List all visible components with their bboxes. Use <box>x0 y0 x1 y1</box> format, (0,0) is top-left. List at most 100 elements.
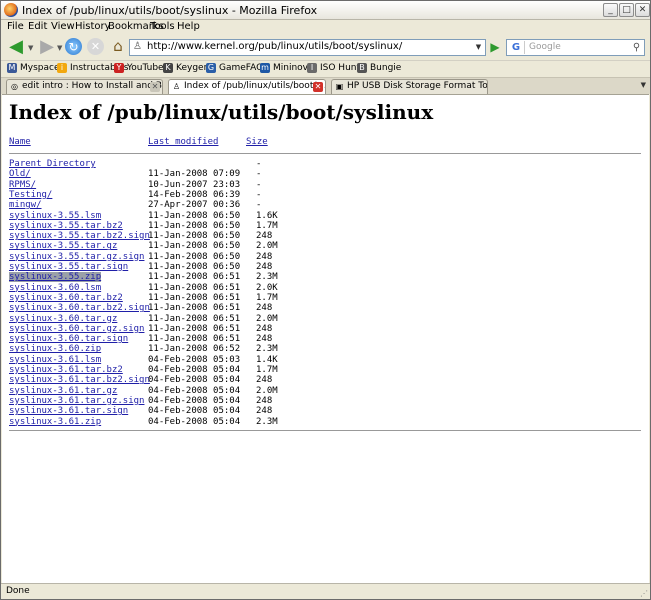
url-dropdown-icon[interactable]: ▼ <box>473 41 484 54</box>
menu-history[interactable]: History <box>75 21 111 32</box>
file-link[interactable]: syslinux-3.61.lsm <box>9 355 101 365</box>
last-modified-cell: 11-Jan-2008 06:51 <box>148 292 241 303</box>
menu-edit[interactable]: Edit <box>28 21 47 32</box>
go-button[interactable]: ▶ <box>488 39 502 55</box>
file-link[interactable]: syslinux-3.55.lsm <box>9 211 101 221</box>
forward-history-dropdown-icon[interactable]: ▼ <box>57 44 62 52</box>
mininova-icon: m <box>260 63 270 73</box>
size-cell: 1.7M <box>256 220 278 231</box>
search-box[interactable]: G Google ⚲ <box>506 39 645 56</box>
menu-tools[interactable]: Tools <box>150 21 175 32</box>
file-link[interactable]: syslinux-3.55.tar.sign <box>9 262 128 272</box>
column-header-name[interactable]: Name <box>9 137 31 147</box>
file-link[interactable]: syslinux-3.61.tar.gz.sign <box>9 396 144 406</box>
file-link[interactable]: syslinux-3.55.zip <box>9 272 102 283</box>
sort-by-name-link[interactable]: Name <box>9 137 31 147</box>
file-link[interactable]: Testing/ <box>9 190 52 200</box>
google-icon[interactable]: G <box>508 41 525 54</box>
close-tab-icon[interactable]: ✕ <box>150 82 160 92</box>
bookmark-label: Bungie <box>370 63 402 73</box>
file-name-cell: syslinux-3.60.tar.gz.sign <box>9 324 144 334</box>
bookmark-youtube[interactable]: Y YouTube <box>114 63 164 73</box>
file-link[interactable]: syslinux-3.61.tar.sign <box>9 406 128 416</box>
close-window-button[interactable]: ✕ <box>635 3 650 17</box>
tab-2[interactable]: ♙ Index of /pub/linux/utils/boot/s... ✕ <box>168 79 326 94</box>
file-name-cell: RPMS/ <box>9 180 36 190</box>
close-tab-icon[interactable]: ✕ <box>313 82 323 92</box>
stop-button[interactable]: ✕ <box>87 38 104 55</box>
title-bar[interactable]: Index of /pub/linux/utils/boot/syslinux … <box>1 1 650 20</box>
menu-file[interactable]: File <box>7 21 24 32</box>
column-header-size[interactable]: Size <box>246 137 268 147</box>
size-cell: - <box>256 179 262 190</box>
sort-by-size-link[interactable]: Size <box>246 137 268 147</box>
url-text[interactable]: http://www.kernel.org/pub/linux/utils/bo… <box>147 41 402 52</box>
bookmark-label: ISO Hunt <box>320 63 361 73</box>
tab-1[interactable]: ◎ edit intro : How to Install and Boot DS… <box>6 79 163 94</box>
size-cell: 248 <box>256 323 273 334</box>
bookmark-iso-hunt[interactable]: I ISO Hunt <box>307 63 360 73</box>
file-link[interactable]: syslinux-3.61.zip <box>9 417 101 427</box>
file-link[interactable]: syslinux-3.61.tar.bz2.sign <box>9 375 150 385</box>
file-link[interactable]: syslinux-3.55.tar.bz2 <box>9 221 123 231</box>
menu-help[interactable]: Help <box>177 21 200 32</box>
column-header-modified[interactable]: Last modified <box>148 137 218 147</box>
resize-grip-icon[interactable]: ⋰ <box>640 589 648 598</box>
tab-3[interactable]: ▣HP USB Disk Storage Format Tool - v2...… <box>331 79 488 94</box>
file-name-cell: syslinux-3.60.tar.gz <box>9 314 117 324</box>
file-link[interactable]: syslinux-3.55.tar.gz <box>9 241 117 251</box>
file-name-cell: syslinux-3.55.lsm <box>9 211 101 221</box>
last-modified-cell: 10-Jun-2007 23:03 <box>148 179 241 190</box>
file-link[interactable]: syslinux-3.60.lsm <box>9 283 101 293</box>
divider <box>9 153 641 154</box>
address-bar[interactable]: ♙ http://www.kernel.org/pub/linux/utils/… <box>129 39 486 56</box>
file-link[interactable]: syslinux-3.55.tar.gz.sign <box>9 252 144 262</box>
page-heading: Index of /pub/linux/utils/boot/syslinux <box>9 100 434 124</box>
back-history-dropdown-icon[interactable]: ▼ <box>28 44 33 52</box>
file-name-cell: mingw/ <box>9 200 42 210</box>
file-link[interactable]: syslinux-3.60.tar.gz.sign <box>9 324 144 334</box>
maximize-button[interactable]: □ <box>619 3 634 17</box>
size-cell: 2.3M <box>256 272 278 283</box>
bookmark-mininova[interactable]: m Mininova <box>260 63 314 73</box>
search-input[interactable]: Google <box>529 42 561 52</box>
file-name-cell: syslinux-3.61.tar.bz2 <box>9 365 123 375</box>
bookmark-myspace[interactable]: M Myspace <box>7 63 60 73</box>
back-button[interactable]: ◀ <box>5 38 27 56</box>
forward-button[interactable]: ▶ <box>37 38 57 56</box>
menu-view[interactable]: View <box>51 21 75 32</box>
file-link[interactable]: RPMS/ <box>9 180 36 190</box>
reload-button[interactable]: ↻ <box>65 38 82 55</box>
reload-icon: ↻ <box>68 39 79 54</box>
file-name-cell: syslinux-3.55.tar.gz <box>9 241 117 251</box>
file-link[interactable]: mingw/ <box>9 200 42 210</box>
tab-list-dropdown-icon[interactable]: ▼ <box>641 81 646 89</box>
file-name-cell: syslinux-3.60.lsm <box>9 283 101 293</box>
file-link[interactable]: syslinux-3.60.tar.bz2.sign <box>9 303 150 313</box>
home-icon: ⌂ <box>113 37 123 55</box>
sort-by-modified-link[interactable]: Last modified <box>148 137 218 147</box>
tab-favicon-icon: ♙ <box>172 82 181 91</box>
file-link[interactable]: syslinux-3.60.tar.gz <box>9 314 117 324</box>
file-link[interactable]: syslinux-3.61.tar.bz2 <box>9 365 123 375</box>
size-cell: 2.0K <box>256 282 278 293</box>
file-link[interactable]: Old/ <box>9 169 31 179</box>
minimize-button[interactable]: _ <box>603 3 618 17</box>
size-cell: 248 <box>256 406 273 417</box>
parent-directory-link[interactable]: Parent Directory <box>9 159 96 169</box>
tab-label: Index of /pub/linux/utils/boot/s... <box>184 81 326 91</box>
home-button[interactable]: ⌂ <box>109 37 127 55</box>
size-cell: 1.7M <box>256 292 278 303</box>
search-magnifier-icon[interactable]: ⚲ <box>630 41 643 54</box>
size-cell: 248 <box>256 334 273 345</box>
file-link[interactable]: syslinux-3.60.tar.bz2 <box>9 293 123 303</box>
file-link[interactable]: syslinux-3.60.zip <box>9 344 101 354</box>
bookmark-bungie[interactable]: B Bungie <box>357 63 401 73</box>
file-link[interactable]: syslinux-3.60.tar.sign <box>9 334 128 344</box>
size-cell: - <box>256 169 262 180</box>
file-link[interactable]: syslinux-3.55.tar.bz2.sign <box>9 231 150 241</box>
file-name-cell: syslinux-3.55.tar.bz2.sign <box>9 231 150 241</box>
forward-arrow-icon: ▶ <box>40 36 54 57</box>
file-link[interactable]: syslinux-3.61.tar.gz <box>9 386 117 396</box>
bookmark-label: YouTube <box>127 63 164 73</box>
